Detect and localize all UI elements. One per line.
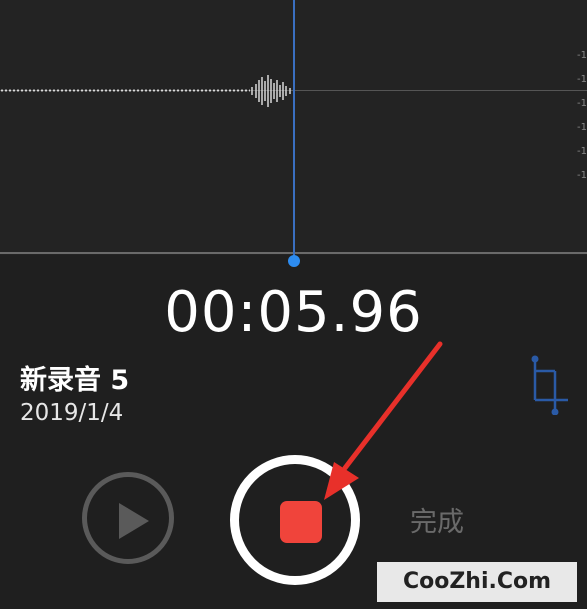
annotation-arrow [324,341,443,500]
watermark: CooZhi.Com [377,562,577,602]
